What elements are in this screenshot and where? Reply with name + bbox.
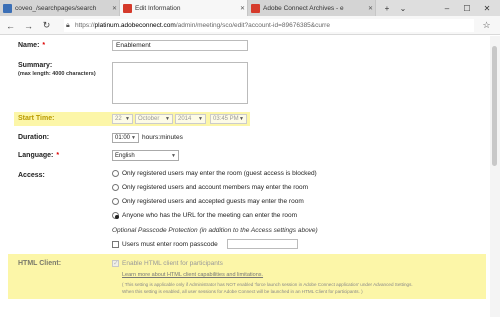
access-radio-guest-blocked[interactable] [112, 170, 119, 177]
start-year-select[interactable]: 2014 ▼ [175, 114, 206, 124]
tab-label: coveo_/searchpages/search [15, 4, 97, 12]
start-time-select[interactable]: 03:45 PM ▼ [210, 114, 247, 124]
duration-select[interactable]: 01:00 ▼ [112, 133, 139, 143]
url-text: https://platinum.adobeconnect.com/admin/… [75, 22, 330, 29]
scrollbar-thumb[interactable] [492, 46, 497, 166]
new-tab-icon[interactable]: + [380, 0, 394, 16]
forward-arrow-icon[interactable]: → [22, 19, 35, 32]
close-tab-icon[interactable]: ✕ [110, 5, 119, 12]
tab-adobe-connect-archives[interactable]: Adobe Connect Archives - e ✕ [248, 0, 376, 16]
access-radio-accepted-guests[interactable] [112, 198, 119, 205]
minimize-icon[interactable]: – [440, 0, 454, 16]
maximize-icon[interactable]: ☐ [460, 0, 474, 16]
tab-coveo-search[interactable]: coveo_/searchpages/search ✕ [0, 0, 120, 16]
html-client-label: HTML Client: [18, 260, 62, 267]
access-option-label: Only registered users may enter the room… [122, 170, 317, 177]
access-option-label: Only registered users and account member… [122, 184, 309, 191]
tab-label: Edit Information [135, 4, 181, 12]
adobe-favicon-icon [251, 3, 260, 13]
summary-textarea[interactable] [112, 62, 248, 104]
passcode-note: Optional Passcode Protection (in additio… [112, 227, 318, 234]
start-month-select[interactable]: October ▼ [135, 114, 173, 124]
language-label: Language: * [18, 152, 60, 159]
access-label: Access: [18, 172, 45, 179]
page-footer-area [0, 305, 490, 317]
passcode-input[interactable] [227, 239, 298, 249]
coveo-favicon-icon [3, 3, 12, 13]
duration-unit: hours:minutes [142, 134, 183, 141]
lock-icon: 🔒︎ [66, 21, 70, 29]
tab-list-chevron-icon[interactable]: ⌄ [396, 0, 410, 16]
duration-label: Duration: [18, 134, 50, 141]
html-client-learn-more-link[interactable]: Learn more about HTML client capabilitie… [122, 272, 263, 278]
access-option-label: Anyone who has the URL for the meeting c… [122, 212, 297, 219]
html-client-note-line1: ( This setting is applicable only if Adm… [122, 282, 413, 287]
favorite-star-icon[interactable]: ☆ [480, 19, 493, 32]
summary-label: Summary: [18, 62, 53, 69]
url-field[interactable]: 🔒︎ https://platinum.adobeconnect.com/adm… [64, 19, 474, 32]
tab-edit-information[interactable]: Edit Information ✕ [120, 0, 248, 16]
adobe-favicon-icon [123, 3, 132, 13]
html-client-checkbox[interactable] [112, 259, 119, 267]
name-input[interactable]: Enablement [112, 40, 248, 51]
refresh-icon[interactable]: ↻ [40, 19, 53, 32]
close-window-icon[interactable]: ✕ [480, 0, 494, 16]
language-select[interactable]: English ▼ [112, 150, 179, 161]
passcode-checkbox-label: Users must enter room passcode [122, 241, 218, 248]
start-day-select[interactable]: 22 ▼ [112, 114, 133, 124]
passcode-checkbox[interactable] [112, 241, 119, 248]
back-arrow-icon[interactable]: ← [4, 19, 17, 32]
access-radio-anyone-with-url[interactable] [112, 212, 119, 219]
summary-hint: (max length: 4000 characters) [18, 71, 96, 77]
close-tab-icon[interactable]: ✕ [238, 5, 247, 12]
html-client-checkbox-label: Enable HTML client for participants [122, 260, 223, 267]
name-label: Name: * [18, 42, 46, 49]
tab-label: Adobe Connect Archives - e [263, 4, 344, 12]
access-radio-account-members[interactable] [112, 184, 119, 191]
access-option-label: Only registered users and accepted guest… [122, 198, 304, 205]
html-client-note-line2: When this setting is enabled, all user s… [122, 289, 363, 294]
start-time-label: Start Time: [18, 115, 55, 122]
close-tab-icon[interactable]: ✕ [366, 5, 375, 12]
